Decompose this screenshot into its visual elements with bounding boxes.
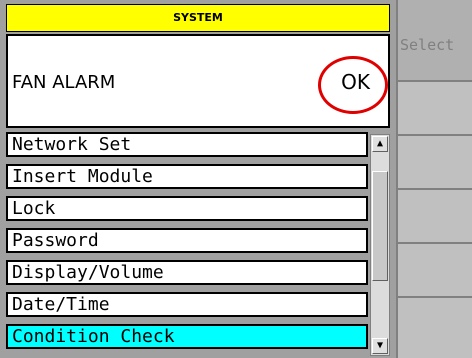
fan-alarm-status: OK [341, 70, 370, 94]
menu-item-lock[interactable]: Lock [6, 196, 368, 221]
arrow-down-icon: ▼ [376, 340, 384, 351]
fan-alarm-box: FAN ALARM OK [6, 34, 390, 128]
scroll-up-button[interactable]: ▲ [372, 136, 388, 152]
system-panel: SYSTEM FAN ALARM OK Network Set Insert M… [0, 0, 396, 358]
menu-item-password[interactable]: Password [6, 228, 368, 253]
system-header: SYSTEM [6, 4, 390, 32]
softkey-5[interactable] [398, 298, 472, 358]
menu-scrollbar[interactable]: ▲ ▼ [370, 134, 390, 356]
menu-item-date-time[interactable]: Date/Time [6, 292, 368, 317]
softkey-1[interactable] [398, 82, 472, 136]
menu-item-network-set[interactable]: Network Set [6, 132, 368, 157]
softkey-2[interactable] [398, 136, 472, 190]
softkey-header: Select [398, 0, 472, 82]
menu-item-insert-module[interactable]: Insert Module [6, 164, 368, 189]
fan-alarm-label: FAN ALARM [12, 72, 116, 93]
system-menu-list: Network Set Insert Module Lock Password … [6, 132, 368, 356]
scroll-thumb[interactable] [372, 171, 388, 281]
scroll-down-button[interactable]: ▼ [372, 338, 388, 354]
select-label: Select [400, 36, 455, 54]
menu-item-condition-check[interactable]: Condition Check [6, 324, 368, 349]
softkey-panel: Select [396, 0, 472, 358]
menu-item-display-volume[interactable]: Display/Volume [6, 260, 368, 285]
softkey-4[interactable] [398, 244, 472, 298]
arrow-up-icon: ▲ [376, 138, 384, 149]
softkey-3[interactable] [398, 190, 472, 244]
